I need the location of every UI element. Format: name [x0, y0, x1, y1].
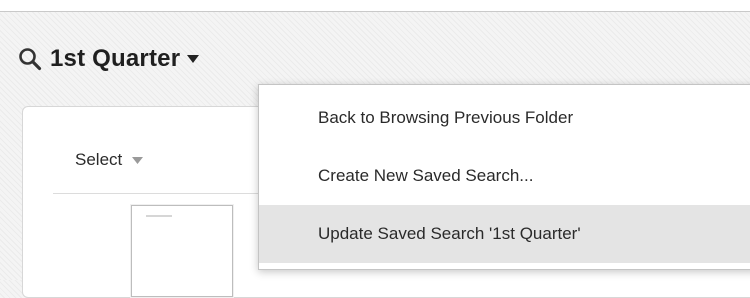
menu-item-create-saved-search[interactable]: Create New Saved Search...	[259, 147, 750, 205]
caret-down-icon[interactable]	[186, 54, 200, 64]
menu-item-label: Update Saved Search '1st Quarter'	[318, 224, 581, 243]
saved-search-menu: Back to Browsing Previous Folder Create …	[258, 84, 750, 270]
select-dropdown[interactable]: Select	[75, 150, 144, 170]
top-bar-border	[0, 0, 750, 12]
saved-search-header[interactable]: 1st Quarter	[18, 39, 200, 79]
thumbnail-text-line	[146, 215, 172, 217]
document-thumbnail[interactable]	[131, 205, 233, 297]
menu-item-label: Back to Browsing Previous Folder	[318, 108, 574, 127]
select-label[interactable]: Select	[75, 150, 122, 170]
caret-down-icon[interactable]	[131, 156, 144, 165]
menu-item-back-to-browsing[interactable]: Back to Browsing Previous Folder	[259, 89, 750, 147]
menu-item-label: Create New Saved Search...	[318, 166, 534, 185]
page-title[interactable]: 1st Quarter	[50, 45, 180, 73]
search-icon	[19, 48, 42, 71]
menu-item-update-saved-search[interactable]: Update Saved Search '1st Quarter'	[259, 205, 750, 263]
